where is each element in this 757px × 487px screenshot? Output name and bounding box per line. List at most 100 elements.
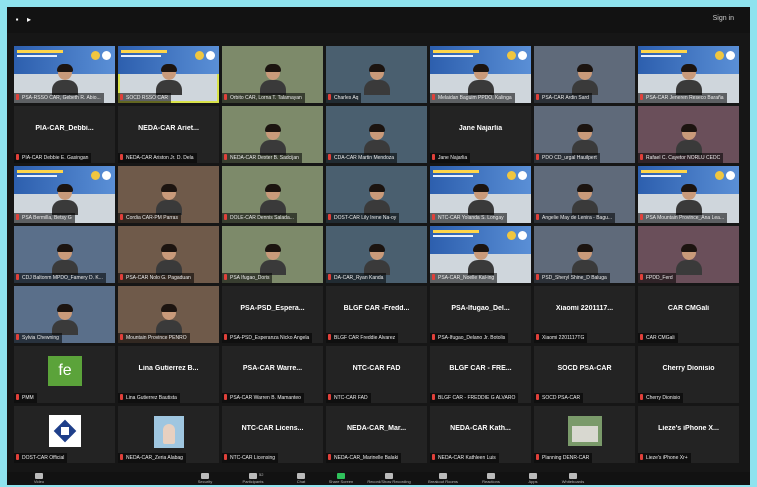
participant-name: Cordia CAR-PM Parras bbox=[126, 215, 178, 221]
participant-tile[interactable]: NEDA-CAR Ariet... NEDA-CAR Ariston Jr. D.… bbox=[118, 106, 219, 163]
muted-mic-icon bbox=[432, 154, 435, 160]
participant-tile[interactable]: Xiaomi 2201117... Xiaomi 2201117TG bbox=[534, 286, 635, 343]
participant-video bbox=[467, 64, 494, 95]
participant-tile[interactable]: BLGF CAR - FRE... BLGF CAR - FREDDIE G AL… bbox=[430, 346, 531, 403]
participant-tile[interactable]: CDA-CAR Martin Mendoza bbox=[326, 106, 427, 163]
participant-tile[interactable]: CDJ Baltonm MPDO_Famery D. K... bbox=[14, 226, 115, 283]
signin-link[interactable]: Sign in bbox=[713, 15, 734, 22]
participant-name-label: CDJ Baltonm MPDO_Famery D. K... bbox=[14, 273, 106, 283]
participant-name-label: PSD_Sheryl Shine_D Baluga bbox=[534, 273, 610, 283]
participant-tile[interactable]: PSA-RSSO CAR, Gebeth R. Abio... bbox=[14, 46, 115, 103]
participant-name-label: NEDA-CAR_Marinelle Balaki bbox=[326, 453, 402, 463]
participant-tile[interactable]: Rafael C. Cayetor NORLU CEDC bbox=[638, 106, 739, 163]
participant-tile[interactable]: DOST-CAR Lily Irene Na-oy bbox=[326, 166, 427, 223]
muted-mic-icon bbox=[640, 274, 643, 280]
grid-view-icon[interactable]: ▪ bbox=[13, 16, 21, 24]
participant-name: DOST-CAR Lily Irene Na-oy bbox=[334, 215, 397, 221]
muted-mic-icon bbox=[16, 394, 19, 400]
participant-tile[interactable]: Orbito CAR, Lorna T. Talamayan bbox=[222, 46, 323, 103]
participant-tile[interactable]: PSA-CAR_Noelle Kal-ing bbox=[430, 226, 531, 283]
participant-tile[interactable]: PSA-CAR Warre... PSA-CAR Warren B. Mamant… bbox=[222, 346, 323, 403]
participant-tile[interactable]: Lieze's iPhone X... Lieze's iPhone Xr+ bbox=[638, 406, 739, 463]
participant-name-label: PIA-CAR Debbie E. Gasingan bbox=[14, 153, 92, 163]
participant-name-label: PSA-CAR Jeneren Reseco Baraña bbox=[638, 93, 727, 103]
participant-tile[interactable]: NEDA-CAR_Mar... NEDA-CAR_Marinelle Balaki bbox=[326, 406, 427, 463]
participant-name-label: NEDA-CAR Kathleen Luis bbox=[430, 453, 499, 463]
participant-display-name: NTC-CAR FAD bbox=[352, 365, 401, 372]
meeting-toolbar: Video Security Participants 52 Chat Share Scr… bbox=[7, 472, 750, 485]
participant-name: DOLE-CAR Dennis Salada... bbox=[230, 215, 294, 221]
muted-mic-icon bbox=[328, 214, 331, 220]
muted-mic-icon bbox=[640, 334, 643, 340]
participant-tile[interactable]: PSA Mountain Province_Ana Lea... bbox=[638, 166, 739, 223]
participant-tile[interactable]: Cherry Dionisio Cherry Dionisio bbox=[638, 346, 739, 403]
participant-tile[interactable]: DA-CAR_Ryan Kanda bbox=[326, 226, 427, 283]
participant-tile[interactable]: PSA Ifugao_Doris bbox=[222, 226, 323, 283]
muted-mic-icon bbox=[328, 154, 331, 160]
participant-tile[interactable]: PIA-CAR_Debbi... PIA-CAR Debbie E. Gasing… bbox=[14, 106, 115, 163]
participant-tile[interactable]: DOLE-CAR Dennis Salada... bbox=[222, 166, 323, 223]
participant-tile[interactable]: fe PMM bbox=[14, 346, 115, 403]
participant-tile[interactable]: NEDA-CAR Dexter B. Sadcijan bbox=[222, 106, 323, 163]
participant-name-label: Xiaomi 2201117TG bbox=[534, 333, 588, 343]
participant-tile[interactable]: PSA-CAR Jeneren Reseco Baraña bbox=[638, 46, 739, 103]
participant-tile[interactable]: PSD_Sheryl Shine_D Baluga bbox=[534, 226, 635, 283]
participant-tile[interactable]: NEDA-CAR Kath... NEDA-CAR Kathleen Luis bbox=[430, 406, 531, 463]
participant-tile[interactable]: PSA-PSD_Espera... PSA-PSD_Esperanza Nicko… bbox=[222, 286, 323, 343]
participant-tile[interactable]: DOST-CAR Official bbox=[14, 406, 115, 463]
participant-display-name: Cherry Dionisio bbox=[662, 365, 715, 372]
participant-tile[interactable]: Charles Aq bbox=[326, 46, 427, 103]
participant-name-label: NEDA-CAR_Zeria Alabag bbox=[118, 453, 186, 463]
participant-tile[interactable]: Jane Najarlia Jane Najarlia bbox=[430, 106, 531, 163]
participant-tile[interactable]: SOCD RSSO CAR bbox=[118, 46, 219, 103]
avatar bbox=[568, 416, 602, 446]
muted-mic-icon bbox=[640, 94, 643, 100]
participant-display-name: Lina Gutierrez B... bbox=[138, 365, 199, 372]
participant-name-label: Sylvia Chewning bbox=[14, 333, 62, 343]
participant-name-label: CDA-CAR Martin Mendoza bbox=[326, 153, 398, 163]
next-page-icon[interactable]: ▸ bbox=[25, 16, 33, 24]
muted-mic-icon bbox=[224, 334, 227, 340]
participant-tile[interactable]: Mountain Province PENRO bbox=[118, 286, 219, 343]
participant-tile[interactable]: PSA Bermilla, Betsy G bbox=[14, 166, 115, 223]
participant-tile[interactable]: PSA-CAR Nolo G. Pagaduan bbox=[118, 226, 219, 283]
participant-display-name: PSA-PSD_Espera... bbox=[240, 305, 305, 312]
participant-tile[interactable]: Planning DENR-CAR bbox=[534, 406, 635, 463]
participant-name: NEDA-CAR Ariston Jr. D. Dela bbox=[126, 155, 194, 161]
muted-mic-icon bbox=[432, 214, 435, 220]
participant-tile[interactable]: Melaidan Baguim PPDO, Kalinga bbox=[430, 46, 531, 103]
participant-tile[interactable]: SOCD PSA-CAR SOCD PSA-CAR bbox=[534, 346, 635, 403]
participant-tile[interactable]: FPDD_Ferd bbox=[638, 226, 739, 283]
muted-mic-icon bbox=[328, 274, 331, 280]
participant-name: PMM bbox=[22, 395, 34, 401]
top-bar: ▪ ▸ Sign in bbox=[7, 7, 750, 33]
dost-logo-icon bbox=[49, 415, 81, 447]
participant-name-label: DOST-CAR Lily Irene Na-oy bbox=[326, 213, 400, 223]
participant-name-label: Lina Gutierrez Bautista bbox=[118, 393, 180, 403]
participant-tile[interactable]: CAR CMGali CAR CMGali bbox=[638, 286, 739, 343]
participant-tile[interactable]: NTC-CAR Yolanda S. Longay bbox=[430, 166, 531, 223]
muted-mic-icon bbox=[640, 394, 643, 400]
participant-name-label: NEDA-CAR Dexter B. Sadcijan bbox=[222, 153, 302, 163]
participant-tile[interactable]: Angelie May de Lenira - Bagu... bbox=[534, 166, 635, 223]
toolbar-button-record-show-recording[interactable]: Record/Show Recording bbox=[359, 472, 419, 485]
muted-mic-icon bbox=[432, 394, 435, 400]
participant-tile[interactable]: NEDA-CAR_Zeria Alabag bbox=[118, 406, 219, 463]
participant-tile[interactable]: Cordia CAR-PM Parras bbox=[118, 166, 219, 223]
participant-name: Melaidan Baguim PPDO, Kalinga bbox=[438, 95, 512, 101]
participant-name-label: Rafael C. Cayetor NORLU CEDC bbox=[638, 153, 724, 163]
participant-name: PSA-CAR_Noelle Kal-ing bbox=[438, 275, 495, 281]
muted-mic-icon bbox=[432, 454, 435, 460]
participant-tile[interactable]: PDO CD_urgal Hauilpert bbox=[534, 106, 635, 163]
muted-mic-icon bbox=[536, 94, 539, 100]
participant-tile[interactable]: NTC-CAR Licens... NTC-CAR Licensing bbox=[222, 406, 323, 463]
toolbar-button-video[interactable]: Video bbox=[9, 472, 69, 485]
muted-mic-icon bbox=[16, 274, 19, 280]
toolbar-button-whiteboards[interactable]: Whiteboards bbox=[543, 472, 603, 485]
participant-tile[interactable]: PSA-Ifugao_Del... PSA-Ifugao_Delano Jr. B… bbox=[430, 286, 531, 343]
participant-tile[interactable]: PSA-CAR Ardin Sard bbox=[534, 46, 635, 103]
participant-tile[interactable]: NTC-CAR FAD NTC-CAR FAD bbox=[326, 346, 427, 403]
participant-tile[interactable]: Sylvia Chewning bbox=[14, 286, 115, 343]
participant-tile[interactable]: Lina Gutierrez B... Lina Gutierrez Bautis… bbox=[118, 346, 219, 403]
participant-tile[interactable]: BLGF CAR -Fredd... BLGF CAR Freddie Alvar… bbox=[326, 286, 427, 343]
